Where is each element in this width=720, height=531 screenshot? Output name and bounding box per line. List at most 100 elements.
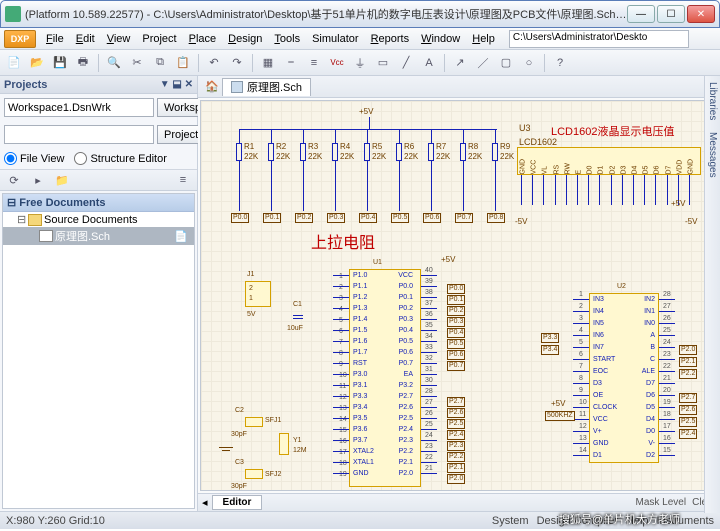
resistor-R7 xyxy=(428,143,434,161)
gnd-icon[interactable]: ⏚ xyxy=(350,53,370,73)
path-box[interactable]: C:\Users\Administrator\Deskto xyxy=(509,30,689,48)
menu-help[interactable]: Help xyxy=(466,31,501,47)
sfj2: SFJ2 xyxy=(265,471,281,478)
resistor-R4 xyxy=(332,143,338,161)
right-rail: Libraries Messages xyxy=(704,76,720,513)
paste-icon[interactable]: 📋 xyxy=(173,53,193,73)
project-input[interactable] xyxy=(4,125,154,144)
menu-edit[interactable]: Edit xyxy=(70,31,101,47)
ref-c1: C1 xyxy=(293,301,302,308)
resistor-R8 xyxy=(460,143,466,161)
net-icon[interactable]: ⎯ xyxy=(281,53,301,73)
watermark: 搜狐号@单片机大方老师 xyxy=(559,511,680,527)
tree-schematic-doc[interactable]: 原理图.Sch 📄 xyxy=(3,227,194,245)
menu-view[interactable]: View xyxy=(101,31,137,47)
menu-project[interactable]: Project xyxy=(136,31,182,47)
window-title: (Platform 10.589.22577) - C:\Users\Admin… xyxy=(25,6,627,22)
vcc-icon[interactable]: Vcc xyxy=(327,53,347,73)
menu-file[interactable]: File xyxy=(40,31,70,47)
file-view-radio[interactable]: File View xyxy=(4,152,64,165)
net-n5v-1: -5V xyxy=(515,217,527,226)
menu-tools[interactable]: Tools xyxy=(268,31,306,47)
projects-panel: Projects ▼ ⬓ ✕ Workspace Project File Vi… xyxy=(0,76,198,511)
save-icon[interactable]: 💾 xyxy=(50,53,70,73)
ref-j1: J1 xyxy=(247,271,254,278)
menu-simulator[interactable]: Simulator xyxy=(306,31,364,47)
home-icon[interactable]: 🏠 xyxy=(202,77,222,97)
sfj2-component xyxy=(245,469,263,479)
projects-toolbar: ⟳ ▸ 📁 ≡ xyxy=(0,169,197,191)
sort-icon[interactable]: ≡ xyxy=(173,170,193,190)
expand-icon[interactable]: ▸ xyxy=(28,170,48,190)
ref-c2: C2 xyxy=(235,407,244,414)
net-5v-u2: +5V xyxy=(551,399,565,408)
label-pullup: 上拉电阻 xyxy=(311,229,375,253)
pin-icon[interactable]: ▼ ⬓ ✕ xyxy=(160,79,193,90)
close-button[interactable]: ✕ xyxy=(687,5,715,23)
dxp-menu[interactable]: DXP xyxy=(4,30,36,48)
cut-icon[interactable]: ✂ xyxy=(127,53,147,73)
rect-icon[interactable]: ▢ xyxy=(496,53,516,73)
line-icon[interactable]: ／ xyxy=(473,53,493,73)
redo-icon[interactable]: ↷ xyxy=(227,53,247,73)
tab-schematic[interactable]: 原理图.Sch xyxy=(222,78,311,96)
resistor-R6 xyxy=(396,143,402,161)
schematic-canvas[interactable]: +5V R1 22K P0.0 R2 22K P0.1 R3 22K P0.2 … xyxy=(200,100,718,491)
undo-icon[interactable]: ↶ xyxy=(204,53,224,73)
resistor-R3 xyxy=(300,143,306,161)
open-icon[interactable]: 📂 xyxy=(27,53,47,73)
net-5v-lcd: +5V xyxy=(671,199,685,208)
document-tabs: 🏠 原理图.Sch xyxy=(198,76,720,98)
status-system[interactable]: System xyxy=(492,515,529,527)
menubar: DXP File Edit View Project Place Design … xyxy=(0,28,720,50)
grid-icon[interactable]: ▦ xyxy=(258,53,278,73)
y1-component xyxy=(279,433,289,455)
gnd-icon xyxy=(219,447,233,455)
menu-window[interactable]: Window xyxy=(415,31,466,47)
rail-messages[interactable]: Messages xyxy=(705,126,720,184)
c3-val: 30pF xyxy=(231,483,247,490)
bus-icon[interactable]: ≡ xyxy=(304,53,324,73)
lcd-ref: LCD1602 xyxy=(519,137,557,147)
folder-icon[interactable]: 📁 xyxy=(52,170,72,190)
tree-root[interactable]: ⊟ Free Documents xyxy=(3,194,194,212)
net-n5v-2: -5V xyxy=(685,217,697,226)
ref-y1: Y1 xyxy=(293,437,302,444)
menu-place[interactable]: Place xyxy=(183,31,223,47)
c1-val: 10uF xyxy=(287,325,303,332)
ref-u3: U3 xyxy=(519,123,531,133)
minimize-button[interactable]: — xyxy=(627,5,655,23)
menu-design[interactable]: Design xyxy=(222,31,268,47)
lcd-title: LCD1602液晶显示电压值 xyxy=(551,123,674,139)
resistor-R5 xyxy=(364,143,370,161)
arrow-icon[interactable]: ↗ xyxy=(450,53,470,73)
help-icon[interactable]: ? xyxy=(550,53,570,73)
print-icon[interactable]: 🖶 xyxy=(73,53,93,73)
maximize-button[interactable]: ☐ xyxy=(657,5,685,23)
mask-level-label[interactable]: Mask Level xyxy=(636,497,687,508)
ref-u1: U1 xyxy=(373,259,382,266)
wire-icon[interactable]: ╱ xyxy=(396,53,416,73)
tree-source-docs[interactable]: ⊟Source Documents xyxy=(3,212,194,227)
text-icon[interactable]: A xyxy=(419,53,439,73)
circle-icon[interactable]: ○ xyxy=(519,53,539,73)
rail-libraries[interactable]: Libraries xyxy=(705,76,720,126)
copy-icon[interactable]: ⧉ xyxy=(150,53,170,73)
menu-reports[interactable]: Reports xyxy=(365,31,416,47)
ref-c3: C3 xyxy=(235,459,244,466)
tab-editor[interactable]: Editor xyxy=(212,495,263,510)
refresh-icon[interactable]: ⟳ xyxy=(4,170,24,190)
new-icon[interactable]: 📄 xyxy=(4,53,24,73)
editor-area: 🏠 原理图.Sch +5V R1 22K P0.0 R2 22K P0.1 xyxy=(198,76,720,511)
workspace-input[interactable] xyxy=(4,98,154,117)
y1-val: 12M xyxy=(293,447,307,454)
editor-bottom-tabs: ◂ Editor Mask Level Clear xyxy=(198,493,720,511)
sfj1: SFJ1 xyxy=(265,417,281,424)
net-5v: +5V xyxy=(359,107,373,116)
structure-editor-radio[interactable]: Structure Editor xyxy=(74,152,166,165)
zoom-icon[interactable]: 🔍 xyxy=(104,53,124,73)
net-5v-u1: +5V xyxy=(441,255,455,264)
tab-arrow-left[interactable]: ◂ xyxy=(202,496,208,509)
part-icon[interactable]: ▭ xyxy=(373,53,393,73)
project-tree[interactable]: ⊟ Free Documents ⊟Source Documents 原理图.S… xyxy=(2,193,195,509)
